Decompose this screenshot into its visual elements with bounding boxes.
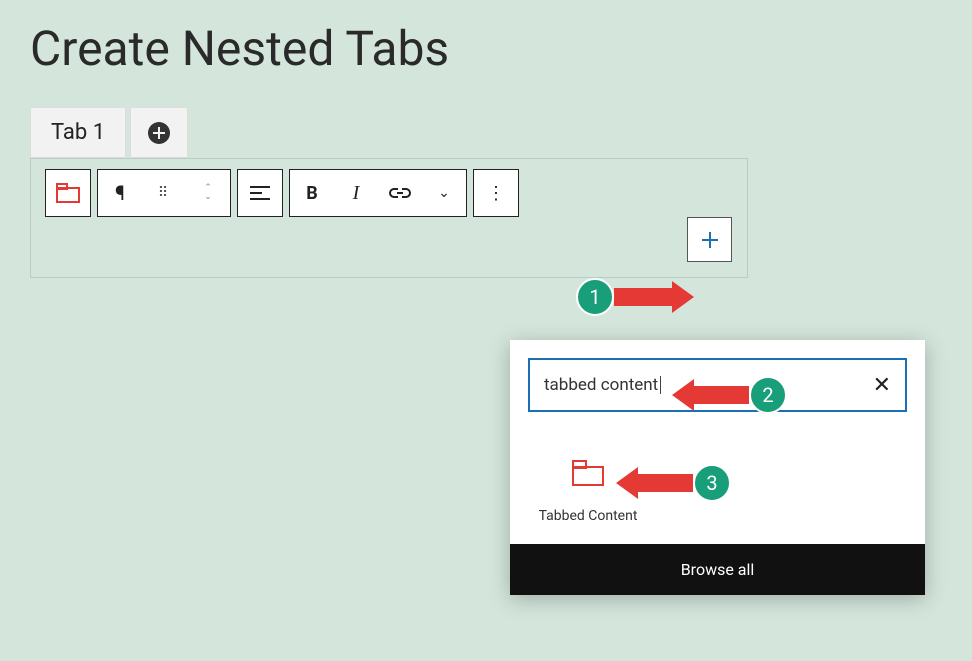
paragraph-button[interactable]: ¶: [98, 170, 142, 216]
bold-button[interactable]: B: [290, 170, 334, 216]
tabbed-content-icon: [56, 183, 80, 203]
block-inserter-button[interactable]: [687, 217, 732, 262]
more-rich-text-button[interactable]: ⌄: [422, 170, 466, 216]
tabbed-content-icon: [572, 460, 604, 486]
block-search-popover: tabbed content ✕ Tabbed Content Browse a…: [510, 340, 925, 595]
clear-search-button[interactable]: ✕: [873, 373, 891, 398]
link-icon: [389, 187, 411, 199]
search-results: Tabbed Content: [510, 430, 925, 544]
drag-handle-icon: ⠿: [158, 185, 170, 201]
result-tabbed-content[interactable]: Tabbed Content: [528, 460, 648, 524]
block-toolbar: ¶ ⠿ ⌃⌄ B I: [45, 169, 733, 217]
plus-icon: [700, 230, 720, 250]
more-vertical-icon: ⋮: [487, 183, 505, 204]
up-down-icon: ⌃⌄: [204, 184, 212, 202]
result-label: Tabbed Content: [528, 508, 648, 524]
add-tab-button[interactable]: [130, 107, 188, 158]
annotation-step-1: 1: [576, 278, 694, 316]
block-search-input[interactable]: tabbed content: [544, 375, 658, 395]
plus-circle-icon: [148, 122, 170, 144]
options-button[interactable]: ⋮: [474, 170, 518, 216]
tab-content-area: ¶ ⠿ ⌃⌄ B I: [30, 158, 748, 278]
align-button[interactable]: [238, 170, 282, 216]
tabs-row: Tab 1: [30, 107, 972, 158]
drag-handle[interactable]: ⠿: [142, 170, 186, 216]
move-up-down[interactable]: ⌃⌄: [186, 170, 230, 216]
link-button[interactable]: [378, 170, 422, 216]
tab-1[interactable]: Tab 1: [30, 107, 126, 158]
pilcrow-icon: ¶: [115, 181, 125, 205]
annotation-badge: 1: [576, 278, 614, 316]
page-title: Create Nested Tabs: [30, 20, 942, 77]
block-search-input-wrapper[interactable]: tabbed content ✕: [528, 358, 907, 412]
italic-button[interactable]: I: [334, 170, 378, 216]
align-left-icon: [250, 185, 270, 201]
browse-all-button[interactable]: Browse all: [510, 544, 925, 595]
chevron-down-icon: ⌄: [438, 185, 450, 201]
block-type-button[interactable]: [46, 170, 90, 216]
